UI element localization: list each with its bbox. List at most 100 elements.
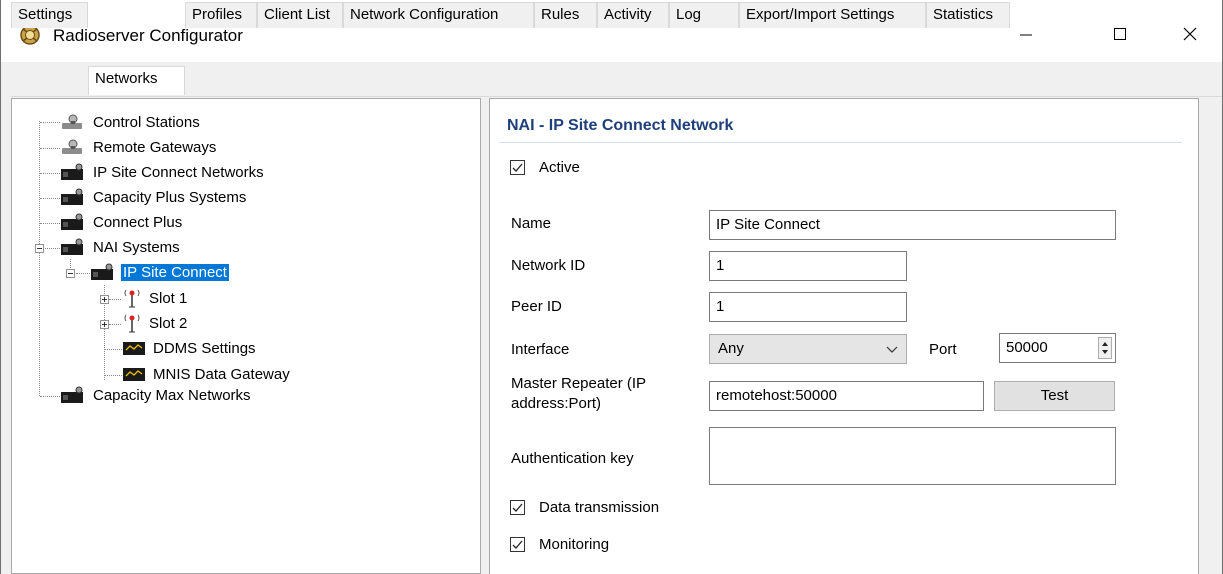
tree-item-label: Capacity Max Networks — [93, 386, 251, 404]
port-value: 50000 — [1006, 339, 1048, 356]
tree-connector — [39, 121, 40, 396]
peer-id-field[interactable]: 1 — [709, 292, 907, 322]
chevron-down-icon — [886, 346, 898, 353]
data-transmission-checkbox[interactable] — [510, 500, 525, 515]
master-repeater-field[interactable]: remotehost:50000 — [709, 381, 984, 411]
tree-connector — [40, 198, 60, 199]
tree-item-ddms-settings[interactable]: DDMS Settings — [122, 337, 258, 359]
tree-item-label: Connect Plus — [93, 213, 183, 231]
monitoring-checkbox[interactable] — [510, 537, 525, 552]
up-down-arrows-icon — [1102, 342, 1108, 354]
tree-item-mnis-data-gateway[interactable]: MNIS Data Gateway — [122, 363, 292, 385]
monitoring-label: Monitoring — [539, 536, 610, 553]
checkmark-icon — [512, 163, 523, 172]
name-field[interactable]: IP Site Connect — [709, 210, 1116, 240]
window-title: Radioserver Configurator — [53, 26, 243, 45]
tab-profiles[interactable]: Profiles — [185, 2, 257, 28]
checkmark-icon — [512, 540, 523, 549]
tab-strip-border — [11, 96, 1222, 97]
active-label: Active — [539, 159, 580, 176]
collapse-nai-systems-toggle[interactable] — [35, 244, 44, 253]
name-label: Name — [511, 215, 552, 232]
close-icon — [1183, 27, 1197, 41]
tree-item-nai-systems[interactable]: NAI Systems — [60, 236, 182, 258]
antenna-icon — [124, 289, 140, 308]
maximize-button[interactable] — [1097, 14, 1143, 54]
tree-connector — [40, 122, 60, 123]
app-window: Radioserver Configurator Settings Networ… — [0, 0, 1223, 574]
control-station-icon — [62, 114, 82, 129]
tree-item-label: DDMS Settings — [153, 339, 256, 357]
network-id-field[interactable]: 1 — [709, 251, 907, 281]
tree-item-ip-site-connect-networks[interactable]: IP Site Connect Networks — [60, 161, 266, 183]
interface-value: Any — [718, 340, 744, 357]
port-spinner[interactable]: 50000 — [999, 333, 1116, 363]
tree-connector — [40, 396, 60, 397]
tree-item-label: NAI Systems — [93, 238, 180, 256]
tree-connector — [76, 273, 90, 274]
tree-item-label: IP Site Connect — [121, 263, 229, 281]
tree-item-control-stations[interactable]: Control Stations — [60, 111, 202, 133]
detail-heading: NAI - IP Site Connect Network — [507, 117, 734, 134]
tab-rules[interactable]: Rules — [534, 2, 597, 28]
tree-item-capacity-plus-systems[interactable]: Capacity Plus Systems — [60, 186, 248, 208]
data-transmission-label: Data transmission — [539, 499, 660, 516]
minimize-icon — [1020, 34, 1032, 36]
authentication-key-field[interactable] — [709, 427, 1116, 485]
tab-settings[interactable]: Settings — [11, 2, 88, 28]
tab-export-import-settings[interactable]: Export/Import Settings — [739, 2, 926, 28]
heading-divider — [499, 142, 1182, 143]
tab-network-configuration[interactable]: Network Configuration — [343, 2, 534, 28]
port-label: Port — [929, 341, 957, 358]
tab-log[interactable]: Log — [669, 2, 739, 28]
tree-item-label: Remote Gateways — [93, 138, 217, 156]
network-icon — [91, 263, 113, 280]
tab-client-list[interactable]: Client List — [257, 2, 343, 28]
peer-id-label: Peer ID — [511, 298, 562, 315]
expand-slot2-toggle[interactable] — [100, 320, 109, 329]
tree-connector — [40, 148, 60, 149]
tree-item-label: IP Site Connect Networks — [93, 163, 264, 181]
collapse-ip-site-connect-toggle[interactable] — [66, 269, 75, 278]
expand-slot1-toggle[interactable] — [100, 295, 109, 304]
tree-item-label: Capacity Plus Systems — [93, 188, 247, 206]
tree-connector — [40, 173, 60, 174]
interface-label: Interface — [511, 341, 570, 358]
tab-networks[interactable]: Networks — [88, 66, 185, 95]
remote-gateway-icon — [62, 139, 82, 154]
interface-dropdown[interactable]: Any — [709, 334, 907, 364]
tree-item-label: Slot 2 — [149, 314, 188, 332]
master-repeater-label-line2: address:Port) — [511, 395, 602, 412]
network-icon — [61, 386, 83, 403]
tree-connector — [45, 248, 60, 249]
tree-item-label: Slot 1 — [149, 289, 188, 307]
active-checkbox[interactable] — [510, 160, 525, 175]
tree-item-label: MNIS Data Gateway — [153, 365, 290, 383]
port-stepper[interactable] — [1098, 337, 1112, 359]
authentication-key-label: Authentication key — [511, 450, 634, 467]
tree-item-ip-site-connect[interactable]: IP Site Connect — [90, 261, 229, 283]
master-repeater-label-line1: Master Repeater (IP — [511, 375, 647, 392]
network-icon — [61, 163, 83, 180]
tree-connector — [109, 324, 121, 325]
network-icon — [61, 188, 83, 205]
tree-item-connect-plus[interactable]: Connect Plus — [60, 211, 184, 233]
monitor-icon — [123, 368, 145, 381]
tab-statistics[interactable]: Statistics — [926, 2, 1010, 28]
tree-item-slot1[interactable]: Slot 1 — [122, 287, 189, 309]
antenna-icon — [124, 314, 140, 333]
tree-item-remote-gateways[interactable]: Remote Gateways — [60, 136, 218, 158]
checkmark-icon — [512, 503, 523, 512]
tree-connector — [104, 375, 122, 376]
tab-activity[interactable]: Activity — [597, 2, 669, 28]
networks-tree[interactable]: Control Stations Remote Gateways IP Site… — [11, 98, 481, 574]
tree-item-slot2[interactable]: Slot 2 — [122, 312, 189, 334]
network-id-label: Network ID — [511, 257, 586, 274]
test-button[interactable]: Test — [994, 381, 1115, 411]
monitor-icon — [123, 342, 145, 355]
tree-item-capacity-max-networks[interactable]: Capacity Max Networks — [60, 384, 253, 406]
close-button[interactable] — [1167, 14, 1213, 54]
network-icon — [61, 238, 83, 255]
maximize-icon — [1114, 28, 1126, 40]
tree-connector — [40, 223, 60, 224]
